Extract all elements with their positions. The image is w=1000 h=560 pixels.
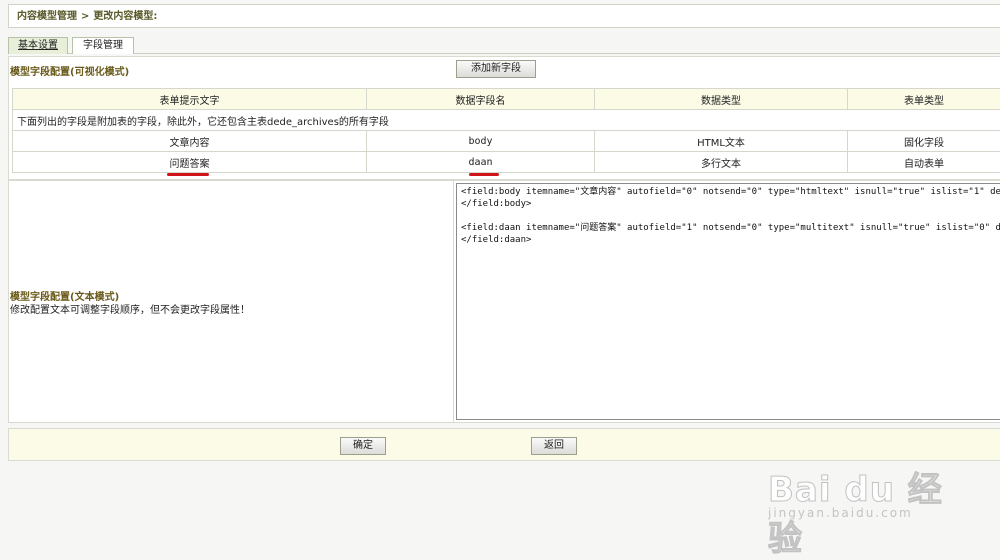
cell-data-type: 多行文本 (595, 152, 848, 173)
field-config-textarea[interactable]: <field:body itemname="文章内容" autofield="0… (456, 183, 1000, 420)
watermark-url: jingyan.baidu.com (768, 506, 913, 520)
table-row: 文章内容 body HTML文本 固化字段 (13, 131, 1000, 152)
breadcrumb-item-model-management[interactable]: 内容模型管理 (17, 11, 77, 22)
column-header-data-type: 数据类型 (595, 89, 848, 110)
tab-basic-settings[interactable]: 基本设置 (8, 37, 68, 54)
cell-field-name: body (367, 131, 595, 152)
column-header-form-type: 表单类型 (848, 89, 1000, 110)
baidu-watermark: Bai du 经验 jingyan.baidu.com (768, 462, 968, 532)
table-header-row: 表单提示文字 数据字段名 数据类型 表单类型 (13, 89, 1000, 110)
cell-data-type: HTML文本 (595, 131, 848, 152)
annotation-underline-label (167, 173, 209, 176)
cell-label: 问题答案 (13, 152, 367, 173)
cell-label: 文章内容 (13, 131, 367, 152)
breadcrumb-item-edit-model: 更改内容模型: (93, 11, 157, 22)
column-header-label: 表单提示文字 (13, 89, 367, 110)
visual-section-title: 模型字段配置(可视化模式) (10, 63, 129, 78)
breadcrumb-separator: > (81, 11, 89, 22)
add-field-button[interactable]: 添加新字段 (456, 60, 536, 78)
fields-table: 表单提示文字 数据字段名 数据类型 表单类型 下面列出的字段是附加表的字段，除此… (12, 88, 1000, 173)
breadcrumb: 内容模型管理 > 更改内容模型: (8, 4, 1000, 28)
confirm-button[interactable]: 确定 (340, 437, 386, 455)
tab-bar: 基本设置 字段管理 (8, 36, 1000, 54)
table-note-row: 下面列出的字段是附加表的字段，除此外，它还包含主表dede_archives的所… (13, 110, 1000, 131)
tab-field-management[interactable]: 字段管理 (72, 37, 134, 54)
footer-bar (8, 428, 1000, 461)
table-row: 问题答案 daan 多行文本 自动表单 (13, 152, 1000, 173)
column-header-field-name: 数据字段名 (367, 89, 595, 110)
cell-field-name: daan (367, 152, 595, 173)
annotation-underline-field-name (469, 173, 499, 176)
table-note: 下面列出的字段是附加表的字段，除此外，它还包含主表dede_archives的所… (13, 110, 1000, 131)
text-section-description: 修改配置文本可调整字段顺序，但不会更改字段属性！ (10, 301, 250, 316)
cell-form-type: 固化字段 (848, 131, 1000, 152)
cell-form-type: 自动表单 (848, 152, 1000, 173)
back-button[interactable]: 返回 (531, 437, 577, 455)
